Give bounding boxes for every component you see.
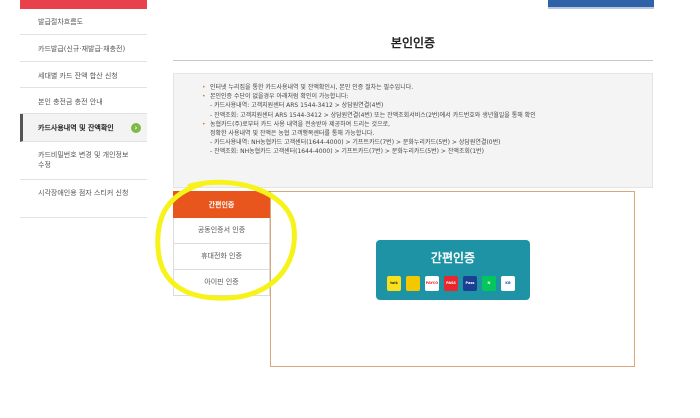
title-divider <box>173 60 653 61</box>
sidebar-top-accent <box>20 0 147 9</box>
notice-line: 농협카드(주)로부터 카드 사용 내역을 전송받아 제공하여 드리는 것으로, <box>202 120 652 129</box>
simple-auth-button[interactable]: 간편인증 talk PAYCO PASS Pass N KB <box>376 240 530 300</box>
sidebar-item-password-change[interactable]: 카드비밀번호 변경 및 개인정보수정 <box>20 142 147 180</box>
sidebar-item-label: 발급절차흐름도 <box>38 18 84 26</box>
sidebar-item-label: 세대별 카드 잔액 합산 신청 <box>38 72 118 80</box>
naver-icon: N <box>482 276 496 291</box>
payco-icon: PAYCO <box>425 276 439 291</box>
top-banner <box>548 0 654 9</box>
notice-line: - 카드사용내역: NH농협카드 고객센터(1644-4000) > 기프트카드… <box>210 139 501 147</box>
kb-icon: KB <box>501 276 515 291</box>
tab-ipin-auth[interactable]: 아이핀 인증 <box>173 270 270 296</box>
notice-line: - 카드사용내역: 고객지원센터 ARS 1544-3412 > 상담원연결(4… <box>210 102 384 110</box>
sidebar-item-self-charge[interactable]: 본인 충전금 충전 안내 <box>20 88 147 114</box>
notice-line: - 잔액조회: 고객지원센터 ARS 1544-3412 > 상담원연결(4번)… <box>210 111 536 119</box>
sidebar-item-process[interactable]: 발급절차흐름도 <box>20 9 147 35</box>
sidebar-item-label: 카드발급(신규·재발급·재충전) <box>38 45 126 53</box>
sidebar-item-braille-sticker[interactable]: 시각장애인용 점자 스티커 신청 <box>20 180 147 218</box>
notice-box: 인터넷 누리집을 통한 카드사용내역 및 잔액확인시, 본인 인증 절차는 필수… <box>173 73 653 188</box>
sidebar-item-label: 시각장애인용 점자 스티커 신청 <box>38 189 129 197</box>
sidebar: 발급절차흐름도 카드발급(신규·재발급·재충전) 세대별 카드 잔액 합산 신청… <box>20 9 147 218</box>
toss-icon <box>406 276 420 291</box>
kakao-icon: talk <box>387 276 401 291</box>
simple-auth-label: 간편인증 <box>430 251 476 265</box>
notice-line: - 잔액조회: NH농협카드 고객센터(1644-4000) > 기프트카드(7… <box>210 148 484 156</box>
sidebar-item-label: 카드사용내역 및 잔액확인 <box>38 124 114 132</box>
sidebar-item-label: 본인 충전금 충전 안내 <box>38 98 103 106</box>
pass-icon: PASS <box>444 276 458 291</box>
auth-method-tabs: 간편인증 공동인증서 인증 휴대전화 인증 아이핀 인증 <box>173 191 270 296</box>
tab-simple-auth[interactable]: 간편인증 <box>173 191 270 218</box>
tab-certificate-auth[interactable]: 공동인증서 인증 <box>173 218 270 244</box>
samsungpass-icon: Pass <box>463 276 477 291</box>
page-title: 본인인증 <box>390 36 436 50</box>
notice-line: 인터넷 누리집을 통한 카드사용내역 및 잔액확인시, 본인 인증 절차는 필수… <box>202 83 652 92</box>
notice-line: 본인인증 수단이 없을경우 아래처럼 확인이 가능합니다: <box>202 92 652 101</box>
sidebar-item-usage-balance[interactable]: 카드사용내역 및 잔액확인 › <box>20 114 147 142</box>
chevron-right-icon: › <box>131 122 141 133</box>
notice-line: 정확한 사용내역 및 잔액은 농협 고객행복센터를 통해 가능합니다. <box>210 130 375 138</box>
sidebar-item-household-balance[interactable]: 세대별 카드 잔액 합산 신청 <box>20 62 147 88</box>
tab-phone-auth[interactable]: 휴대전화 인증 <box>173 244 270 270</box>
sidebar-item-card-issue[interactable]: 카드발급(신규·재발급·재충전) <box>20 35 147 62</box>
sidebar-item-label: 카드비밀번호 변경 및 개인정보수정 <box>38 151 129 169</box>
